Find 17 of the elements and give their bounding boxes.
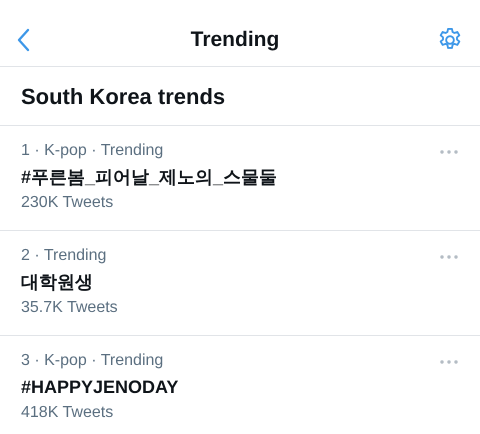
trend-context: 1 · K-pop · Trending <box>21 141 164 161</box>
more-icon[interactable] <box>440 148 458 156</box>
section-title: South Korea trends <box>21 82 226 110</box>
trend-context: 2 · Trending <box>21 246 108 266</box>
more-icon[interactable] <box>440 253 458 261</box>
trend-item[interactable]: 3 · K-pop · Trending #HAPPYJENODAY 418K Tweets <box>0 336 480 434</box>
trend-name: 대학원생 <box>21 271 94 294</box>
page-title: Trending <box>190 27 280 54</box>
trend-item[interactable]: 1 · K-pop · Trending #푸른봄_피어날_제노의_스물둘 230K Tweets <box>0 126 480 231</box>
trend-item[interactable]: 2 · Trending 대학원생 35.7K Tweets <box>0 231 480 336</box>
more-icon[interactable] <box>440 358 458 366</box>
tweet-count: 230K Tweets <box>21 193 114 213</box>
tweet-count: 35.7K Tweets <box>21 298 118 318</box>
trend-name: #푸른봄_피어날_제노의_스물둘 <box>21 166 278 189</box>
trend-context: 3 · K-pop · Trending <box>21 351 164 371</box>
trend-name: #HAPPYJENODAY <box>21 376 178 399</box>
tweet-count: 418K Tweets <box>21 403 114 423</box>
